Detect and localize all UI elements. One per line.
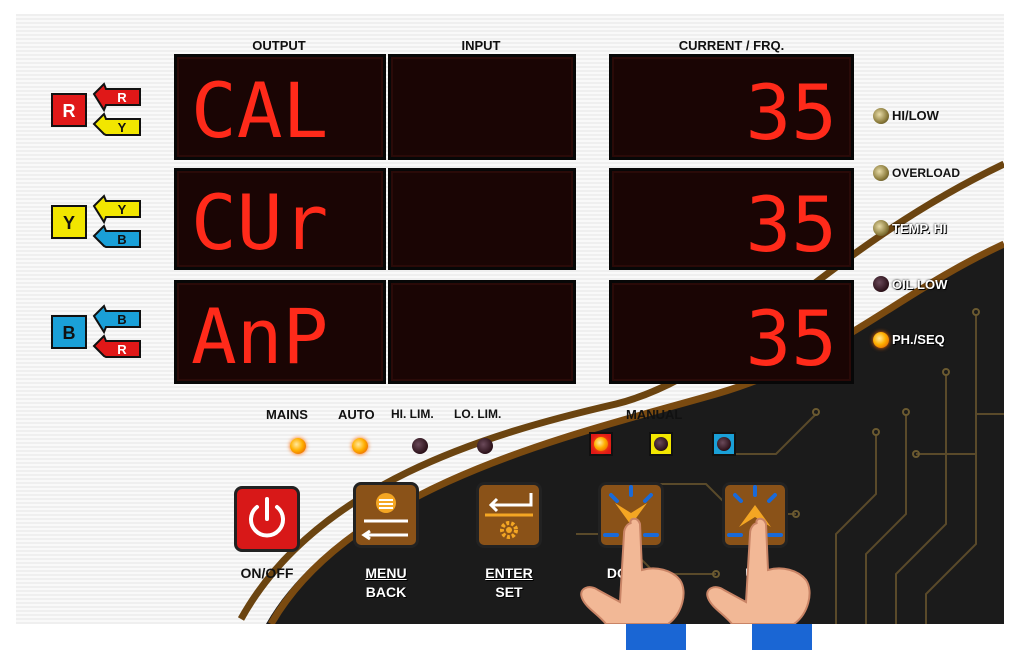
on-off-button[interactable] <box>234 486 300 552</box>
manual-label: MANUAL <box>626 407 683 422</box>
hi-low-led <box>873 108 889 124</box>
output-value-y: CUr <box>191 178 328 267</box>
input-header: INPUT <box>461 38 501 53</box>
manual-b-indicator <box>712 432 736 456</box>
output-value-r: CAL <box>191 66 328 155</box>
current-display-b: 35 <box>609 280 854 384</box>
svg-text:B: B <box>63 323 76 343</box>
current-display-r: 35 <box>609 54 854 160</box>
output-value-b: AnP <box>191 292 328 381</box>
enter-set-icon <box>485 493 533 539</box>
temp-hi-led <box>873 220 889 236</box>
manual-y-indicator <box>649 432 673 456</box>
lo-lim-label: LO. LIM. <box>454 407 502 421</box>
svg-text:B: B <box>117 232 126 247</box>
current-value-b: 35 <box>745 294 837 381</box>
phase-y-indicator: Y Y B <box>51 194 141 248</box>
overload-label: OVERLOAD <box>892 166 961 180</box>
pointing-hand-up <box>706 517 811 624</box>
hi-low-label: HI/LOW <box>892 108 939 123</box>
svg-text:B: B <box>117 312 126 327</box>
hi-lim-led <box>412 438 428 454</box>
controller-panel: OUTPUT INPUT CURRENT / FRQ. R R Y CAL 35… <box>16 14 1004 624</box>
oil-low-led <box>873 276 889 292</box>
manual-r-indicator <box>589 432 613 456</box>
svg-text:Y: Y <box>63 213 75 233</box>
output-display-y: CUr <box>174 168 386 270</box>
svg-text:R: R <box>117 90 127 105</box>
phase-b-indicator: B B R <box>51 304 141 358</box>
phase-main-label: R <box>63 101 76 121</box>
svg-text:Y: Y <box>118 202 127 217</box>
lo-lim-led <box>477 438 493 454</box>
current-header: CURRENT / FRQ. <box>678 38 785 53</box>
mains-led <box>290 438 306 454</box>
input-display-r <box>388 54 576 160</box>
back-label: BACK <box>365 584 407 600</box>
ph-seq-led <box>873 332 889 348</box>
input-display-b <box>388 280 576 384</box>
auto-led <box>352 438 368 454</box>
overload-led <box>873 165 889 181</box>
enter-set-button[interactable] <box>476 482 542 548</box>
mains-label: MAINS <box>266 407 308 422</box>
ph-seq-label: PH./SEQ <box>892 332 945 347</box>
oil-low-label: OIL LOW <box>892 277 948 292</box>
pointing-hand-down <box>580 517 685 624</box>
phase-r-indicator: R R Y <box>51 82 141 136</box>
output-header: OUTPUT <box>252 38 306 53</box>
current-display-y: 35 <box>609 168 854 270</box>
output-display-r: CAL <box>174 54 386 160</box>
on-off-label: ON/OFF <box>240 565 294 581</box>
menu-label: MENU <box>365 565 407 581</box>
temp-hi-label: TEMP. HI <box>892 221 947 236</box>
power-icon <box>249 497 285 538</box>
auto-label: AUTO <box>338 407 375 422</box>
sleeve-right <box>752 624 812 650</box>
svg-text:Y: Y <box>118 120 127 135</box>
current-value-r: 35 <box>745 68 837 157</box>
menu-back-button[interactable] <box>353 482 419 548</box>
svg-text:R: R <box>117 342 127 357</box>
current-value-y: 35 <box>745 180 837 267</box>
menu-back-icon <box>361 493 408 541</box>
sleeve-left <box>626 624 686 650</box>
output-display-b: AnP <box>174 280 386 384</box>
input-display-y <box>388 168 576 270</box>
enter-label: ENTER <box>485 565 533 581</box>
set-label: SET <box>495 584 523 600</box>
hi-lim-label: HI. LIM. <box>391 407 434 421</box>
